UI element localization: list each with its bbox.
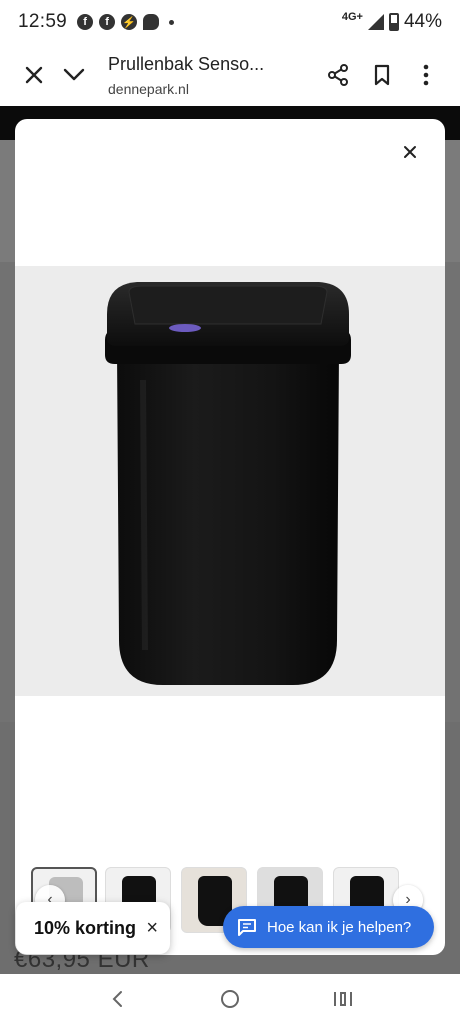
recents-button[interactable]	[323, 979, 363, 1019]
back-icon	[112, 991, 122, 1007]
facebook-icon: f	[99, 14, 116, 30]
battery-percent: 44%	[403, 11, 442, 32]
chat-icon	[143, 14, 160, 30]
more-notifications-dot	[169, 19, 175, 25]
help-chat-button[interactable]: Hoe kan ik je helpen?	[223, 906, 434, 948]
network-label: 4G+	[341, 11, 363, 23]
status-bar: 12:59 f f ⚡ 4G+ 44%	[0, 0, 460, 44]
recents-icon	[334, 992, 353, 1006]
help-label: Hoe kan ik je helpen?	[267, 918, 412, 936]
bookmark-button[interactable]	[362, 55, 402, 95]
status-right: 4G+ 44%	[342, 11, 442, 33]
image-lightbox: ‹ ›	[15, 119, 445, 955]
close-tab-button[interactable]	[14, 55, 54, 95]
system-nav-bar	[0, 974, 460, 1024]
sensor-trash-bin-image	[105, 282, 351, 685]
lightbox-close-button[interactable]	[397, 139, 423, 165]
status-time: 12:59	[18, 11, 68, 32]
page-info[interactable]: Prullenbak Senso... dennepark.nl	[108, 54, 318, 97]
browser-toolbar: Prullenbak Senso... dennepark.nl	[0, 44, 460, 106]
product-image[interactable]	[15, 266, 445, 696]
minimize-button[interactable]	[54, 55, 94, 95]
chat-icon	[238, 919, 256, 936]
messenger-icon: ⚡	[121, 14, 138, 30]
discount-chip[interactable]: 10% korting ×	[16, 902, 170, 954]
toolbar-actions	[318, 55, 446, 95]
facebook-icon: f	[77, 14, 94, 30]
more-vertical-icon	[423, 64, 429, 86]
close-icon	[25, 66, 43, 84]
page-domain: dennepark.nl	[108, 80, 189, 97]
share-icon	[328, 64, 348, 86]
signal-icon	[367, 14, 384, 30]
back-button[interactable]	[97, 979, 137, 1019]
more-options-button[interactable]	[406, 55, 446, 95]
discount-label: 10% korting	[34, 917, 137, 938]
page-title: Prullenbak Senso...	[108, 53, 265, 74]
bookmark-icon	[374, 64, 390, 86]
notification-icons: f f ⚡	[77, 14, 175, 30]
home-icon	[220, 990, 239, 1008]
home-button[interactable]	[210, 979, 250, 1019]
close-icon	[404, 146, 416, 158]
discount-close-button[interactable]: ×	[146, 917, 158, 940]
battery-icon	[388, 13, 399, 31]
chevron-down-icon	[63, 68, 85, 81]
share-button[interactable]	[318, 55, 358, 95]
